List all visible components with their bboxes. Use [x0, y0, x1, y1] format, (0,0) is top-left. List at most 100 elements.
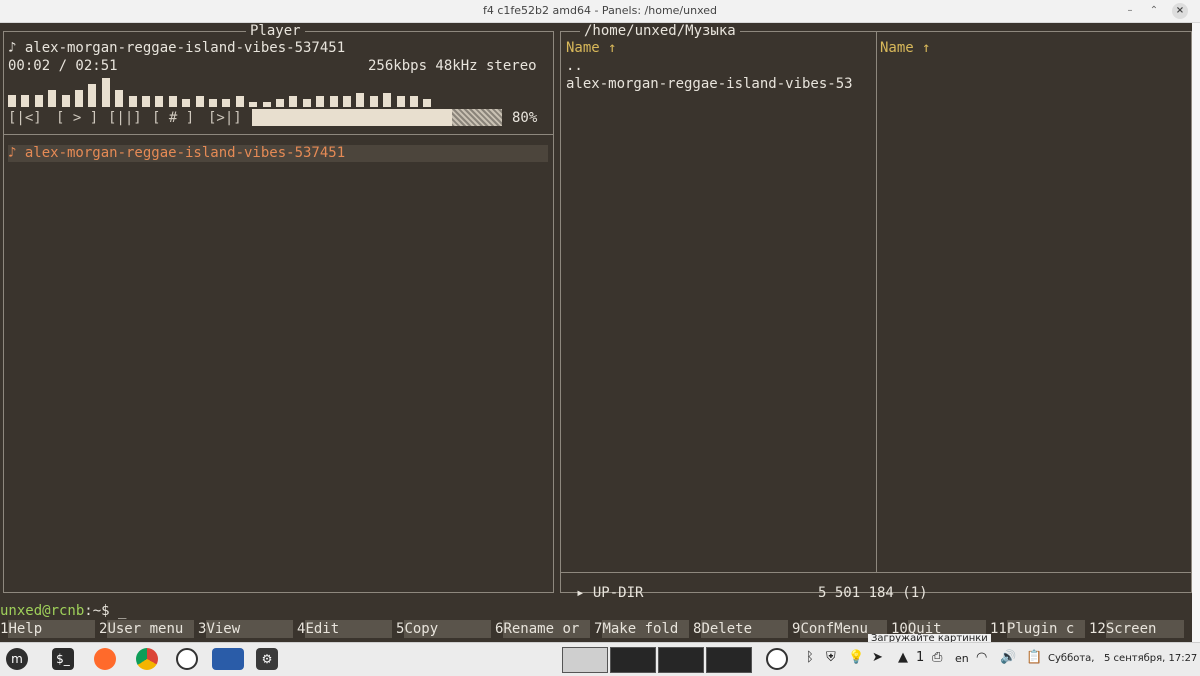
terminal[interactable]: Player ♪ alex-morgan-reggae-island-vibes… — [0, 23, 1192, 642]
vu-bar — [182, 99, 191, 107]
notification-count: 1 — [916, 650, 925, 665]
vu-bar — [155, 96, 164, 107]
volume-bar-fill[interactable] — [252, 109, 452, 126]
status-selected-name: ▸ UP-DIR — [576, 585, 644, 601]
close-button[interactable]: × — [1172, 3, 1188, 19]
fkey-number: 6 — [495, 621, 504, 637]
fkey-number: 3 — [198, 621, 207, 637]
playback-time: 00:02 / 02:51 — [8, 58, 118, 74]
fkey-1[interactable]: 1Help — [0, 620, 97, 638]
fkey-number: 2 — [99, 621, 108, 637]
audio-format: 256kbps 48kHz stereo — [368, 58, 537, 74]
vu-bar — [329, 96, 338, 107]
mint-menu-icon[interactable]: m — [6, 648, 28, 670]
vu-bar — [195, 96, 204, 107]
chatgpt-tray-icon[interactable] — [766, 648, 788, 670]
wifi-icon[interactable]: ◠ — [976, 650, 987, 665]
shell-prompt[interactable]: unxed@rcnb:~$ _ — [0, 603, 126, 620]
fkey-12[interactable]: 12Screen — [1089, 620, 1186, 638]
fkey-label: Rename or — [503, 620, 590, 638]
workspace-2[interactable] — [610, 647, 656, 673]
file-item-updir[interactable]: .. — [566, 58, 583, 75]
workspace-3[interactable] — [658, 647, 704, 673]
vu-bar — [168, 96, 177, 107]
vu-bar — [249, 102, 258, 107]
vu-bar — [423, 99, 432, 107]
prev-button[interactable]: [|<] — [8, 110, 42, 127]
printer-icon[interactable]: ⎙ — [932, 650, 942, 665]
column-header-name-right[interactable]: Name ↑ — [880, 40, 931, 57]
volume-bar-remaining[interactable] — [452, 109, 502, 126]
vu-bar — [262, 102, 271, 107]
fkey-number: 5 — [396, 621, 405, 637]
clock[interactable]: Суббота, 5 сентября, 17:27 — [1048, 653, 1197, 664]
chatgpt-icon[interactable] — [176, 648, 198, 670]
file-item[interactable]: alex-morgan-reggae-island-vibes-53 — [566, 76, 853, 93]
telegram-icon[interactable]: ➤ — [872, 650, 883, 665]
vu-bar — [222, 99, 231, 107]
fkey-number: 8 — [693, 621, 702, 637]
vu-bar — [48, 90, 57, 107]
vu-bar — [128, 96, 137, 107]
fkey-label: User menu — [107, 620, 194, 638]
fkey-2[interactable]: 2User menu — [99, 620, 196, 638]
bluetooth-icon[interactable]: ᛒ — [806, 650, 814, 665]
terminal-icon[interactable]: $_ — [52, 648, 74, 670]
vu-bar — [276, 99, 284, 107]
keyboard-layout[interactable]: en — [955, 652, 969, 665]
fkey-label: Delete — [701, 620, 788, 638]
play-button[interactable]: [ > ] — [56, 110, 98, 127]
stop-button[interactable]: [ # ] — [152, 110, 194, 127]
maximize-button[interactable]: ⌃ — [1146, 3, 1162, 19]
fkey-label: Edit — [305, 620, 392, 638]
vu-bar — [88, 84, 97, 107]
firefox-icon[interactable] — [94, 648, 116, 670]
fkey-5[interactable]: 5Copy — [396, 620, 493, 638]
fkey-11[interactable]: 11Plugin c — [990, 620, 1087, 638]
volume-icon[interactable]: 🔊 — [1000, 650, 1016, 665]
vu-bar — [8, 95, 16, 107]
vu-bar — [101, 78, 110, 107]
pause-button[interactable]: [||] — [108, 110, 142, 127]
fkey-8[interactable]: 8Delete — [693, 620, 790, 638]
now-playing-track: ♪ alex-morgan-reggae-island-vibes-537451 — [8, 40, 346, 56]
vu-bar — [209, 99, 217, 107]
vu-bar — [142, 96, 150, 107]
vu-bar — [383, 93, 392, 107]
fkey-6[interactable]: 6Rename or — [495, 620, 592, 638]
file-panel-status-divider — [561, 572, 1191, 573]
vu-bar — [316, 96, 325, 107]
column-header-name-left[interactable]: Name ↑ — [566, 40, 617, 57]
fkey-4[interactable]: 4Edit — [297, 620, 394, 638]
clipboard-icon[interactable]: 📋 — [1026, 650, 1042, 665]
window-titlebar: f4 c1fe52b2 amd64 - Panels: /home/unxed … — [0, 0, 1200, 23]
workspace-4[interactable] — [706, 647, 752, 673]
settings-icon[interactable]: ⚙ — [256, 648, 278, 670]
window-edge — [1192, 23, 1200, 642]
minimize-button[interactable]: – — [1122, 3, 1138, 19]
file-panel-column-divider — [876, 32, 877, 572]
workspace-1[interactable] — [562, 647, 608, 673]
lightbulb-icon[interactable]: 💡 — [848, 650, 864, 665]
vu-bar — [289, 96, 298, 107]
fkey-label: Make fold — [602, 620, 689, 638]
playlist-item[interactable]: ♪ alex-morgan-reggae-island-vibes-537451 — [8, 145, 345, 162]
vu-bar — [356, 93, 365, 107]
fkey-3[interactable]: 3View — [198, 620, 295, 638]
file-manager-icon[interactable] — [212, 648, 244, 670]
fkey-7[interactable]: 7Make fold — [594, 620, 691, 638]
fkey-label: Plugin c — [1006, 620, 1085, 638]
fkey-label: Help — [8, 620, 95, 638]
vu-bar — [235, 96, 244, 107]
fkey-number: 9 — [792, 621, 801, 637]
next-button[interactable]: [>|] — [208, 110, 242, 127]
shield-icon[interactable]: ⛨ — [826, 650, 836, 665]
notification-icon[interactable]: ▲ — [898, 650, 908, 665]
chrome-icon[interactable] — [136, 648, 158, 670]
vu-bar — [410, 96, 418, 107]
prompt-path: :~$ — [84, 603, 110, 619]
status-size: 5 501 184 (1) — [818, 585, 928, 601]
player-divider — [4, 134, 553, 135]
function-key-bar: 1Help 2User menu 3View 4Edit 5Copy 6Rename or… — [0, 620, 1192, 638]
player-panel-title: Player — [246, 23, 305, 40]
